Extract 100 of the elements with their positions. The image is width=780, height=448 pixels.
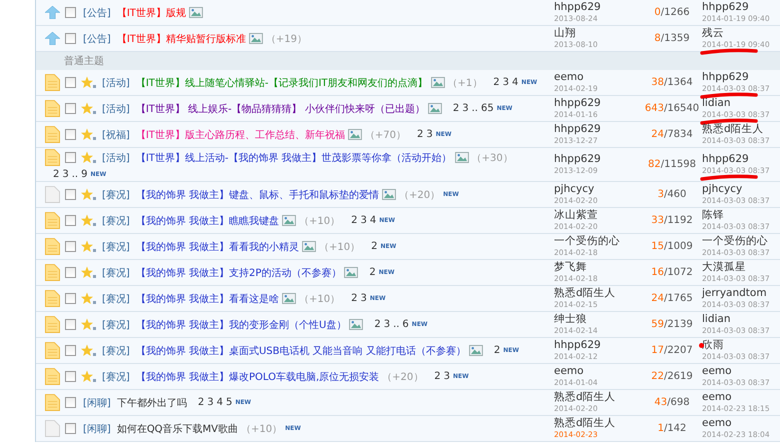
page-link[interactable]: 3: [207, 397, 214, 408]
author-name[interactable]: 山翔: [554, 27, 642, 40]
document-icon[interactable]: [45, 212, 60, 229]
page-link[interactable]: 65: [480, 103, 494, 114]
thread-category[interactable]: [闲聊]: [83, 396, 111, 410]
author-name[interactable]: hhpp629: [554, 153, 642, 166]
checkbox[interactable]: [65, 319, 76, 330]
thread-category[interactable]: [赛况]: [102, 318, 130, 332]
checkbox[interactable]: [65, 397, 76, 408]
last-poster-name[interactable]: eemo: [702, 417, 780, 430]
author-name[interactable]: pjhcycy: [554, 183, 642, 196]
last-poster-name[interactable]: jerryandtom: [702, 287, 780, 300]
page-link[interactable]: 2: [416, 129, 424, 140]
thread-title[interactable]: 【IT世界】版主心路历程、工作总结、新年祝福: [136, 128, 345, 142]
thread-title[interactable]: 【IT世界】线上随笔心情驿站-【记录我们IT朋友和网友们的点滴】: [136, 76, 428, 90]
thread-category[interactable]: [活动]: [102, 76, 130, 90]
page-link[interactable]: 3: [384, 319, 390, 330]
last-poster-name[interactable]: 残云: [702, 27, 780, 40]
page-link[interactable]: 3: [360, 215, 367, 226]
last-poster-name[interactable]: hhpp629: [702, 1, 780, 14]
last-poster-name[interactable]: 熟悉d陌生人: [702, 123, 780, 136]
thread-category[interactable]: [公告]: [83, 32, 111, 46]
thread-title[interactable]: 【我的饰界 我做主】看看这是啥: [136, 292, 279, 306]
thread-title[interactable]: 【我的饰界 我做主】支持2P的活动（不参赛）: [136, 266, 342, 280]
thread-title[interactable]: 【我的饰界 我做主】看看我的小精灵: [136, 240, 299, 254]
thread-category[interactable]: [赛况]: [102, 292, 130, 306]
checkbox[interactable]: [65, 129, 76, 140]
thread-title[interactable]: 【IT世界】线上活动-【我的饰界 我做主】世茂影票等你拿（活动开始）: [136, 150, 452, 164]
thread-title[interactable]: 【我的饰界 我做主】爆改POLO车载电脑,原位无损安装: [136, 370, 380, 384]
author-name[interactable]: hhpp629: [554, 123, 642, 136]
author-name[interactable]: 熟悉d陌生人: [554, 391, 642, 404]
checkbox[interactable]: [65, 7, 76, 18]
page-link[interactable]: 2: [351, 215, 358, 226]
thread-title[interactable]: 【IT世界】精华贴暂行版标准: [116, 32, 246, 46]
document-icon[interactable]: [45, 368, 60, 385]
page-link[interactable]: 6: [402, 319, 409, 330]
author-name[interactable]: hhpp629: [554, 339, 642, 352]
page-link[interactable]: 3: [462, 103, 469, 114]
page-link[interactable]: 2: [434, 371, 441, 382]
document-icon[interactable]: [45, 394, 60, 411]
checkbox[interactable]: [65, 267, 76, 278]
page-link[interactable]: 2: [374, 319, 381, 330]
author-name[interactable]: 熟悉d陌生人: [554, 287, 642, 300]
thread-category[interactable]: [赛况]: [102, 214, 130, 228]
checkbox[interactable]: [65, 293, 76, 304]
page-link[interactable]: 2: [494, 345, 500, 356]
checkbox[interactable]: [65, 345, 76, 356]
thread-category[interactable]: [赛况]: [102, 188, 130, 202]
page-link[interactable]: 2: [452, 103, 460, 114]
thread-title[interactable]: 【我的饰界 我做主】我的变形金刚（个性U盘）: [136, 318, 346, 332]
thread-title[interactable]: 如何在QQ音乐下载MV歌曲: [116, 422, 238, 436]
thread-category[interactable]: [活动]: [102, 150, 130, 164]
checkbox[interactable]: [65, 189, 76, 200]
document-icon[interactable]: [45, 100, 60, 117]
page-link[interactable]: 4: [370, 215, 376, 226]
author-name[interactable]: eemo: [554, 365, 642, 378]
document-icon[interactable]: [45, 149, 60, 166]
author-name[interactable]: hhpp629: [554, 1, 642, 14]
checkbox[interactable]: [65, 423, 76, 434]
page-link[interactable]: 3: [502, 77, 510, 88]
document-icon[interactable]: [45, 74, 60, 91]
page-link[interactable]: 3: [444, 371, 450, 382]
author-name[interactable]: hhpp629: [554, 97, 642, 110]
page-link[interactable]: ..: [72, 169, 78, 180]
page-link[interactable]: 3: [426, 129, 433, 140]
thread-category[interactable]: [赛况]: [102, 240, 130, 254]
checkbox[interactable]: [65, 371, 76, 382]
page-link[interactable]: 2: [371, 241, 378, 252]
checkbox[interactable]: [65, 152, 76, 163]
document-icon[interactable]: [45, 316, 60, 333]
page-link[interactable]: 2: [53, 169, 60, 180]
author-name[interactable]: 冰山紫萱: [554, 209, 642, 222]
document-icon[interactable]: [45, 186, 60, 203]
page-link[interactable]: ..: [472, 103, 478, 114]
thread-title[interactable]: 【我的饰界 我做主】桌面式USB电话机 又能当音响 又能打电话（不参赛）: [136, 344, 466, 358]
checkbox[interactable]: [65, 215, 76, 226]
author-name[interactable]: 绅士狼: [554, 313, 642, 326]
thread-title[interactable]: 【我的饰界 我做主】瞧瞧我键盘: [136, 214, 279, 228]
author-name[interactable]: 熟悉d陌生人: [554, 417, 642, 430]
page-link[interactable]: 4: [216, 397, 223, 408]
thread-category[interactable]: [赛况]: [102, 370, 130, 384]
last-poster-name[interactable]: 一个受伤的心: [702, 235, 780, 248]
page-link[interactable]: 2: [369, 267, 376, 278]
last-poster-name[interactable]: lidian: [702, 313, 780, 326]
last-poster-name[interactable]: eemo: [702, 391, 780, 404]
thread-category[interactable]: [闲聊]: [83, 422, 111, 436]
document-icon[interactable]: [45, 238, 60, 255]
page-link[interactable]: 2: [493, 77, 500, 88]
last-poster-name[interactable]: 大漠孤星: [702, 261, 780, 274]
last-poster-name[interactable]: hhpp629: [702, 71, 780, 84]
last-poster-name[interactable]: lidian: [702, 97, 780, 110]
page-link[interactable]: 5: [226, 397, 232, 408]
author-name[interactable]: 梦飞舞: [554, 261, 642, 274]
thread-category[interactable]: [祝福]: [102, 128, 130, 142]
page-link[interactable]: 3: [62, 169, 69, 180]
document-icon[interactable]: [45, 264, 60, 281]
thread-category[interactable]: [赛况]: [102, 344, 130, 358]
document-icon[interactable]: [45, 420, 60, 437]
page-link[interactable]: 9: [81, 169, 88, 180]
last-poster-name[interactable]: hhpp629: [702, 153, 780, 166]
